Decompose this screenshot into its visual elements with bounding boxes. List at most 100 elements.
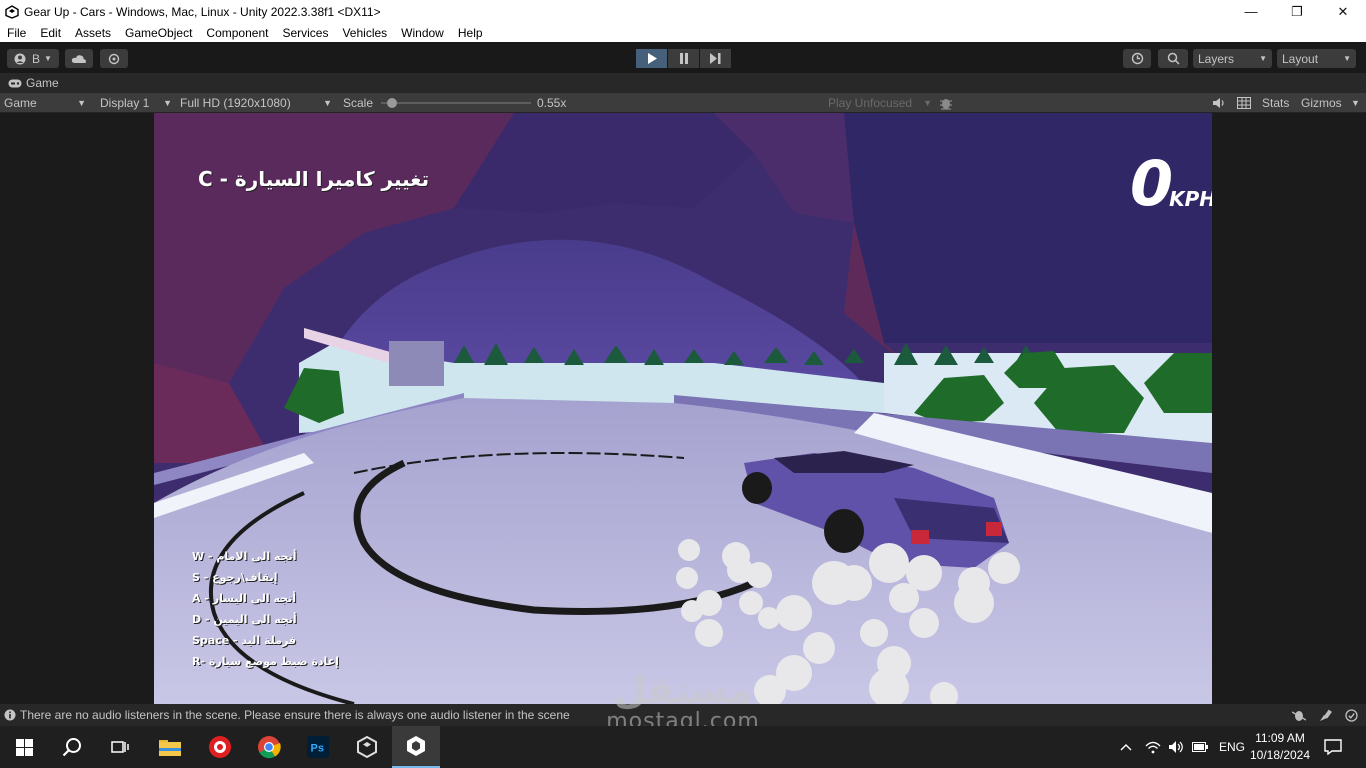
volume-tray[interactable] xyxy=(1168,726,1185,768)
network-tray[interactable] xyxy=(1145,726,1161,768)
battery-icon xyxy=(1192,742,1208,752)
play-button[interactable] xyxy=(636,49,667,68)
speed-value: 0 xyxy=(1130,147,1174,220)
chevron-up-icon xyxy=(1120,744,1132,751)
search-icon xyxy=(1167,52,1180,65)
menu-vehicles[interactable]: Vehicles xyxy=(335,26,394,40)
frame-debugger-button[interactable] xyxy=(939,93,953,112)
control-reset: R- إعادة ضبط موضع سيارة xyxy=(192,655,339,668)
step-icon xyxy=(710,53,721,64)
photoshop-icon: Ps xyxy=(307,736,329,758)
bug-icon xyxy=(940,98,952,110)
scale-label: Scale xyxy=(343,95,374,110)
file-explorer-taskbar[interactable] xyxy=(146,726,194,768)
menu-assets[interactable]: Assets xyxy=(68,26,118,40)
chevron-down-icon[interactable]: ▼ xyxy=(1351,93,1360,112)
menu-services[interactable]: Services xyxy=(275,26,335,40)
stats-button[interactable]: Stats xyxy=(1262,93,1289,112)
clock-date: 10/18/2024 xyxy=(1249,748,1311,762)
brush-icon[interactable] xyxy=(1319,709,1333,722)
search-icon xyxy=(62,738,81,757)
windows-taskbar: Ps ENG 11:09 AM 10/18/2024 xyxy=(0,726,1366,768)
info-icon xyxy=(4,709,16,721)
search-button[interactable] xyxy=(1158,49,1188,68)
scale-value: 0.55x xyxy=(537,95,567,110)
collab-button[interactable] xyxy=(100,49,128,68)
step-button[interactable] xyxy=(700,49,731,68)
taskbar-clock[interactable]: 11:09 AM 10/18/2024 xyxy=(1240,730,1320,764)
aspect-button[interactable] xyxy=(1237,93,1251,112)
menu-gameobject[interactable]: GameObject xyxy=(118,26,199,40)
scale-slider-thumb[interactable] xyxy=(386,98,397,108)
menu-file[interactable]: File xyxy=(0,26,33,40)
check-circle-icon[interactable] xyxy=(1345,709,1358,722)
battery-tray[interactable] xyxy=(1192,726,1208,768)
menu-window[interactable]: Window xyxy=(394,26,451,40)
chevron-down-icon: ▼ xyxy=(163,97,172,108)
chevron-down-icon: ▼ xyxy=(44,54,52,63)
start-button[interactable] xyxy=(0,726,48,768)
speaker-icon xyxy=(1213,97,1224,108)
collab-icon xyxy=(108,53,120,64)
account-dropdown[interactable]: B ▼ xyxy=(7,49,59,68)
audio-mute-button[interactable] xyxy=(1212,93,1225,112)
tab-game[interactable]: Game xyxy=(0,76,59,90)
chrome-taskbar[interactable] xyxy=(245,726,293,768)
play-icon xyxy=(647,53,657,64)
control-forward: W - أتجه الى الامام xyxy=(192,550,297,563)
game-viewport[interactable]: تغيير كاميرا السيارة - C 0 KPH W - أتجه … xyxy=(154,113,1212,704)
chevron-down-icon: ▼ xyxy=(923,97,932,108)
scale-slider[interactable] xyxy=(381,98,531,108)
screen-recorder-taskbar[interactable] xyxy=(196,726,244,768)
task-view-button[interactable] xyxy=(96,726,144,768)
speaker-icon xyxy=(1169,741,1183,753)
game-view-toolbar: Game ▼ Display 1 ▼ Full HD (1920x1080) ▼… xyxy=(0,93,1366,113)
chevron-down-icon: ▼ xyxy=(323,97,332,108)
record-icon xyxy=(209,736,231,758)
unity-icon xyxy=(407,736,425,756)
unity-editor-taskbar[interactable] xyxy=(392,726,440,768)
account-label: B xyxy=(32,51,41,66)
layers-dropdown[interactable]: Layers ▼ xyxy=(1193,49,1272,68)
menu-help[interactable]: Help xyxy=(451,26,490,40)
unity-logo-icon xyxy=(5,4,19,19)
history-button[interactable] xyxy=(1123,49,1151,68)
status-message: There are no audio listeners in the scen… xyxy=(20,708,570,722)
menu-edit[interactable]: Edit xyxy=(33,26,68,40)
game-tab-bar: Game xyxy=(0,73,1366,93)
menu-component[interactable]: Component xyxy=(199,26,275,40)
watermark-arabic: مستقل xyxy=(613,668,753,712)
close-button[interactable]: ✕ xyxy=(1320,0,1366,23)
gamepad-icon xyxy=(8,79,22,87)
gizmos-button[interactable]: Gizmos xyxy=(1301,93,1342,112)
control-right: D - أتجه الى اليمين xyxy=(192,613,297,626)
watermark: مستقل mostaql.com xyxy=(598,670,768,734)
play-focus-select[interactable]: Play Unfocused ▼ xyxy=(828,93,932,112)
unity-hub-taskbar[interactable] xyxy=(343,726,391,768)
pause-button[interactable] xyxy=(668,49,699,68)
show-hidden-icons[interactable] xyxy=(1120,726,1132,768)
menu-bar: File Edit Assets GameObject Component Se… xyxy=(0,23,1366,42)
photoshop-taskbar[interactable]: Ps xyxy=(294,726,342,768)
view-select[interactable]: Game ▼ xyxy=(4,93,90,112)
chevron-down-icon: ▼ xyxy=(1259,54,1267,63)
display-select-label: Display 1 xyxy=(100,95,150,110)
resolution-select[interactable]: Full HD (1920x1080) ▼ xyxy=(180,93,334,112)
search-button[interactable] xyxy=(48,726,96,768)
notifications-button[interactable] xyxy=(1324,726,1342,768)
layers-label: Layers xyxy=(1198,51,1235,66)
window-title: Gear Up - Cars - Windows, Mac, Linux - U… xyxy=(24,4,381,19)
maximize-button[interactable]: ❐ xyxy=(1274,0,1320,23)
control-handbrake: Space - فرملة اليد xyxy=(192,634,297,647)
display-select[interactable]: Display 1 ▼ xyxy=(100,93,172,112)
minimize-button[interactable]: — xyxy=(1228,0,1274,23)
debug-icon[interactable] xyxy=(1292,709,1306,722)
chevron-down-icon: ▼ xyxy=(1343,54,1351,63)
layout-dropdown[interactable]: Layout ▼ xyxy=(1277,49,1356,68)
cloud-button[interactable] xyxy=(65,49,93,68)
controls-help: W - أتجه الى الامام S - إيقاف\رجوع A - أ… xyxy=(192,546,339,672)
main-toolbar: B ▼ Layers ▼ Layout ▼ xyxy=(0,42,1366,73)
grid-icon xyxy=(1237,96,1251,109)
layout-label: Layout xyxy=(1282,51,1319,66)
cloud-icon xyxy=(71,54,86,63)
